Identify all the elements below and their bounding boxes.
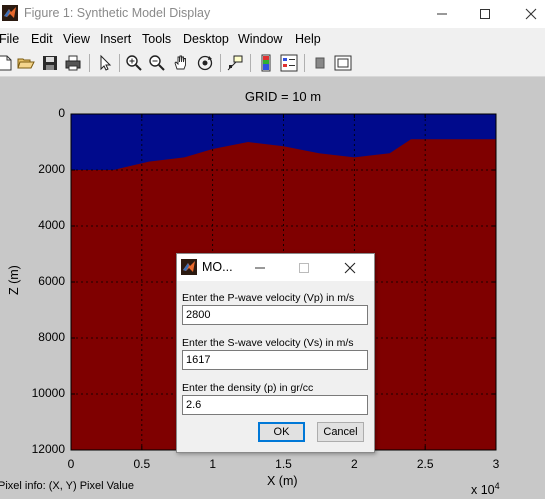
pixel-info-status: Pixel info: (X, Y) Pixel Value (0, 480, 134, 492)
vs-label: Enter the S-wave velocity (Vs) in m/s (182, 337, 354, 349)
vs-input[interactable] (182, 350, 368, 370)
dialog-title-bar[interactable]: MO... (177, 254, 374, 281)
x-axis-label: X (m) (267, 474, 298, 488)
x-axis-exponent: x 104 (471, 481, 500, 497)
maximize-icon (299, 262, 309, 273)
y-tick-label: 4000 (38, 218, 65, 232)
y-tick-label: 12000 (31, 442, 65, 456)
matlab-logo-icon (181, 259, 197, 275)
y-tick-label: 8000 (38, 330, 65, 344)
y-axis-label: Z (m) (7, 265, 21, 295)
x-tick-label: 0 (67, 457, 75, 471)
dialog-title: MO... (202, 260, 233, 274)
y-tick-label: 10000 (31, 386, 65, 400)
x-axis-exponent-base: x 10 (471, 483, 495, 498)
dialog-close-button[interactable] (335, 254, 365, 281)
vp-input[interactable] (182, 305, 368, 325)
x-tick-label: 2.5 (416, 457, 434, 471)
close-icon (344, 262, 356, 273)
y-tick-label: 2000 (38, 162, 65, 176)
vp-label: Enter the P-wave velocity (Vp) in m/s (182, 292, 355, 304)
ok-button[interactable]: OK (258, 422, 305, 442)
dialog-maximize-button (289, 254, 319, 281)
x-tick-label: 1 (209, 457, 216, 471)
y-tick-label: 0 (58, 106, 65, 120)
minimize-icon (255, 267, 265, 268)
density-input[interactable] (182, 395, 368, 415)
x-tick-label: 2 (350, 457, 358, 471)
model-input-dialog: MO... Enter the P-wave velocity (Vp) in … (176, 253, 375, 453)
x-tick-label: 0.5 (133, 457, 151, 471)
density-label: Enter the density (p) in gr/cc (182, 382, 314, 394)
x-tick-label: 3 (492, 457, 500, 471)
cancel-button[interactable]: Cancel (317, 422, 364, 442)
x-tick-label: 1.5 (275, 457, 292, 471)
dialog-minimize-button[interactable] (245, 254, 275, 281)
x-axis-exponent-power: 4 (494, 481, 500, 491)
